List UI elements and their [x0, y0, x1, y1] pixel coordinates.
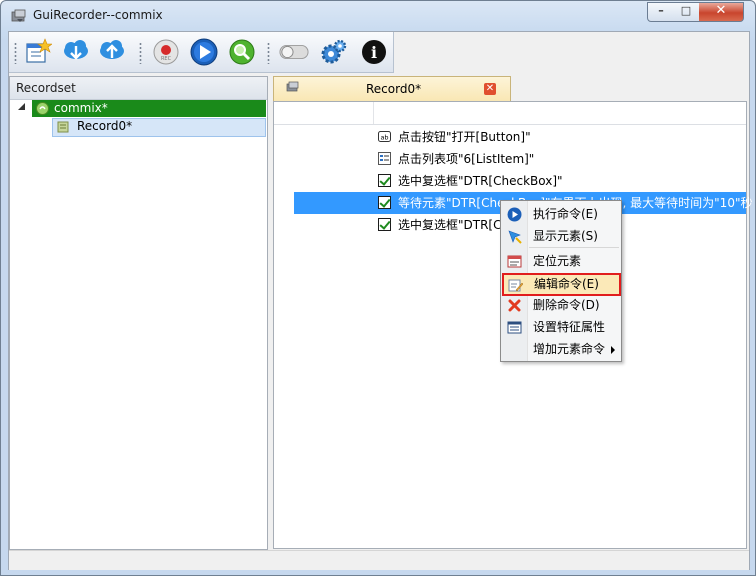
- recordset-header: Recordset: [10, 77, 267, 100]
- command-row[interactable]: 选中复选框"DTR[CheckBox]": [274, 170, 746, 192]
- button-icon: ab: [378, 131, 391, 142]
- menu-item-add-element-command[interactable]: 增加元素命令: [503, 339, 619, 360]
- new-project-icon: [26, 38, 52, 63]
- minimize-button[interactable]: –: [647, 2, 675, 22]
- checkbox-icon: [378, 218, 391, 231]
- tab-label: Record0*: [366, 82, 422, 96]
- new-project-button[interactable]: [23, 37, 53, 67]
- close-icon: ✕: [715, 3, 727, 18]
- download-button[interactable]: [61, 37, 91, 67]
- command-row[interactable]: ab 点击按钮"打开[Button]": [274, 126, 746, 148]
- settings-icon: [321, 39, 347, 64]
- checkbox-icon: [378, 174, 391, 187]
- find-element-button[interactable]: [227, 37, 257, 67]
- play-icon: [190, 38, 218, 66]
- menu-item-label: 设置特征属性: [533, 320, 606, 334]
- maximize-icon: □: [680, 4, 692, 17]
- tree-node-label: commix*: [54, 101, 108, 115]
- toolbar-grip[interactable]: [267, 42, 270, 64]
- show-element-icon: [508, 230, 522, 244]
- tab-close-icon[interactable]: ✕: [484, 83, 496, 95]
- menu-item-label: 显示元素(S): [533, 229, 598, 243]
- info-icon: i: [362, 40, 386, 64]
- menu-separator: [529, 247, 619, 248]
- toggle-switch-button[interactable]: [279, 37, 309, 67]
- command-text: 选中复选框"DTR[CheckBox]": [398, 174, 563, 188]
- svg-text:REC: REC: [161, 56, 172, 62]
- app-window: GuiRecorder--commix – □ ✕ REC i Recordse…: [0, 0, 756, 576]
- menu-item-run[interactable]: 执行命令(E): [503, 204, 619, 225]
- app-icon: [11, 9, 26, 22]
- close-button[interactable]: ✕: [699, 2, 744, 22]
- command-text: 点击按钮"打开[Button]": [398, 130, 531, 144]
- tab-app-icon: [286, 81, 299, 92]
- run-icon: [507, 207, 522, 222]
- menu-item-properties[interactable]: 设置特征属性: [503, 317, 619, 338]
- svg-text:ab: ab: [380, 134, 388, 142]
- project-icon: [36, 102, 49, 115]
- submenu-arrow-icon: [611, 346, 615, 354]
- toolbar-grip[interactable]: [139, 42, 142, 64]
- command-row[interactable]: 点击列表项"6[ListItem]": [274, 148, 746, 170]
- menu-item-label: 删除命令(D): [533, 298, 600, 312]
- recordset-panel: Recordset commix* Record0*: [9, 76, 268, 550]
- menu-item-delete[interactable]: 删除命令(D): [503, 295, 619, 316]
- command-text: 点击列表项"6[ListItem]": [398, 152, 535, 166]
- properties-icon: [507, 321, 522, 334]
- upload-button[interactable]: [97, 37, 127, 67]
- menu-item-locate[interactable]: 定位元素: [503, 251, 619, 272]
- menu-item-label: 定位元素: [533, 254, 582, 268]
- title-bar[interactable]: GuiRecorder--commix – □ ✕: [1, 1, 755, 31]
- expand-arrow-icon[interactable]: [18, 103, 26, 111]
- minimize-icon: –: [658, 4, 664, 17]
- delete-icon: [508, 299, 521, 312]
- tree-node-label: Record0*: [77, 119, 133, 133]
- settings-button[interactable]: [319, 37, 349, 67]
- menu-item-label: 执行命令(E): [533, 207, 598, 221]
- tree-node-record0[interactable]: Record0*: [52, 118, 266, 137]
- list-header: [274, 102, 746, 125]
- maximize-button[interactable]: □: [673, 2, 700, 22]
- upload-icon: [100, 40, 124, 59]
- status-bar: [9, 550, 749, 570]
- tree-node-commix[interactable]: commix*: [32, 100, 266, 117]
- edit-icon: [508, 279, 523, 292]
- toggle-switch-icon: [279, 44, 309, 60]
- menu-item-label: 编辑命令(E): [534, 277, 599, 291]
- context-menu: 执行命令(E) 显示元素(S) 定位元素 编辑命令(E) 删除命令(D) 设置特…: [500, 200, 622, 362]
- toolbar: REC i: [9, 32, 394, 73]
- checkbox-icon: [378, 196, 391, 209]
- info-button[interactable]: i: [359, 37, 389, 67]
- record-icon: REC: [153, 39, 179, 65]
- client-area: REC i Recordset commix* Record0* Record0…: [8, 31, 752, 570]
- find-element-icon: [229, 39, 255, 65]
- window-title: GuiRecorder--commix: [33, 8, 163, 22]
- locate-icon: [507, 255, 522, 268]
- tab-record0[interactable]: Record0* ✕: [273, 76, 511, 101]
- svg-text:i: i: [371, 43, 377, 62]
- record-file-icon: [57, 121, 69, 133]
- menu-item-show-element[interactable]: 显示元素(S): [503, 226, 619, 247]
- download-icon: [64, 40, 88, 60]
- toolbar-grip[interactable]: [14, 42, 17, 64]
- menu-item-edit-command[interactable]: 编辑命令(E): [502, 273, 621, 296]
- record-button[interactable]: REC: [151, 37, 181, 67]
- play-button[interactable]: [189, 37, 219, 67]
- menu-item-label: 增加元素命令: [533, 342, 606, 356]
- list-item-icon: [378, 152, 391, 165]
